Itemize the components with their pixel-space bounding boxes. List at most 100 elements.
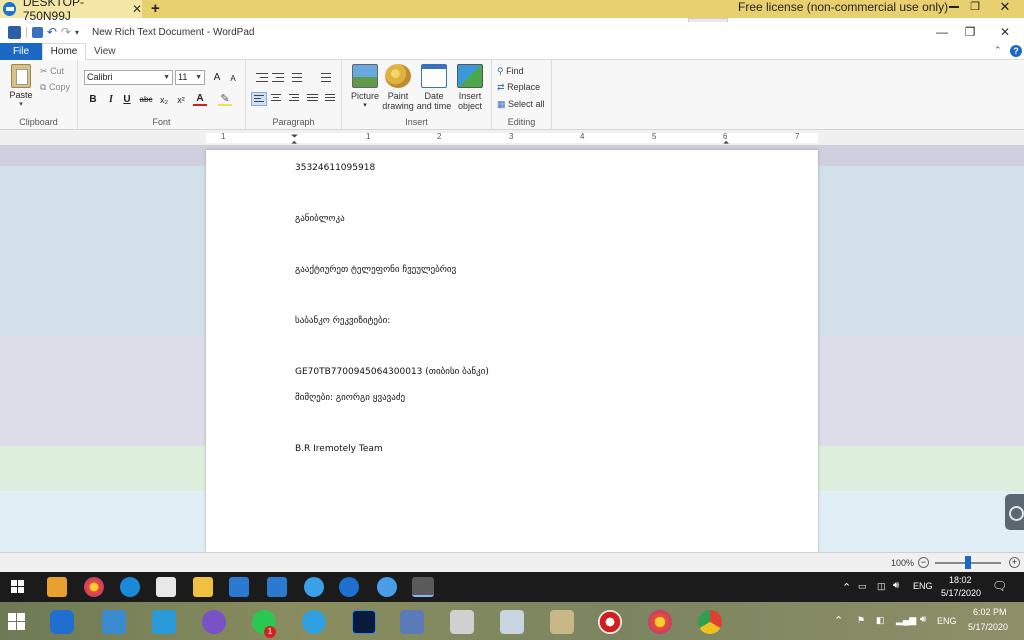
viber-icon[interactable] <box>202 610 226 634</box>
insert-picture-button[interactable]: Picture ▾ <box>347 64 383 109</box>
zoom-slider-thumb[interactable] <box>965 556 971 569</box>
justify-icon[interactable] <box>305 92 321 106</box>
tab-file[interactable]: File <box>0 43 42 60</box>
firefox-icon[interactable] <box>648 610 672 634</box>
insert-group-label: Insert <box>405 117 428 127</box>
teamviewer-icon[interactable] <box>50 610 74 634</box>
recycle-bin-icon[interactable] <box>450 610 474 634</box>
document-page[interactable]: 35324611095918 განიბლოკა გააქტიურეთ ტელე… <box>206 150 818 552</box>
superscript-button[interactable]: x² <box>174 93 188 107</box>
battery-icon[interactable]: ▭ <box>858 581 867 592</box>
firefox-icon[interactable] <box>84 577 104 597</box>
bold-button[interactable]: B <box>86 93 100 107</box>
close-button[interactable]: ✕ <box>995 25 1015 39</box>
notification-badge: 1 <box>264 626 276 638</box>
text-color-button[interactable]: A <box>193 93 207 106</box>
decrease-indent-icon[interactable] <box>254 71 270 85</box>
shrink-font-button[interactable]: A <box>226 72 240 86</box>
clock-time[interactable]: 6:02 PM <box>973 607 1007 617</box>
select-all-button[interactable]: ▦ Select all <box>497 99 545 110</box>
edge-icon[interactable] <box>120 577 140 597</box>
control-panel-icon[interactable] <box>400 610 424 634</box>
line-spacing-icon[interactable] <box>316 71 332 85</box>
new-session-button[interactable]: + <box>151 0 160 17</box>
ruler[interactable]: 1 1 2 3 4 5 6 7 ⏷ ⏶ ⏶ <box>0 130 1024 147</box>
clock-date[interactable]: 5/17/2020 <box>941 588 981 598</box>
align-right-icon[interactable] <box>287 92 303 106</box>
recorder-icon[interactable] <box>598 610 622 634</box>
strikethrough-button[interactable]: abc <box>137 93 155 107</box>
zoom-out-button[interactable]: − <box>918 557 929 568</box>
app-tray-icon[interactable]: ◧ <box>876 615 885 626</box>
clock-date[interactable]: 5/17/2020 <box>968 622 1008 632</box>
volume-icon[interactable]: 🔊︎ <box>920 614 926 625</box>
flag-icon[interactable]: ⚑ <box>857 615 865 626</box>
copy-button[interactable]: ⧉ Copy <box>40 82 70 93</box>
sublime-icon[interactable] <box>47 577 67 597</box>
session-tab-close-icon[interactable]: ✕ <box>132 2 142 16</box>
find-button[interactable]: ⚲ Find <box>497 66 524 77</box>
font-size-select[interactable]: 11 ▼ <box>175 70 205 85</box>
customize-qat-icon[interactable]: ▾ <box>75 28 79 37</box>
underline-button[interactable]: U <box>120 93 134 107</box>
minimize-ribbon-icon[interactable]: ⌃ <box>994 45 1002 56</box>
store-icon[interactable] <box>229 577 249 597</box>
paragraph-settings-icon[interactable] <box>323 92 339 106</box>
grow-font-button[interactable]: A <box>210 71 224 85</box>
telegram-icon[interactable] <box>302 610 326 634</box>
tab-home[interactable]: Home <box>42 43 86 61</box>
chrome-icon[interactable] <box>698 610 722 634</box>
bullet-list-icon[interactable] <box>288 71 304 85</box>
cut-button[interactable]: ✂ Cut <box>40 66 64 77</box>
wordpad-app-icon[interactable] <box>8 25 21 39</box>
settings-gear-icon[interactable] <box>377 577 397 597</box>
session-tab[interactable]: DESKTOP-750N99J ✕ <box>0 0 142 23</box>
mail-icon[interactable] <box>267 577 287 597</box>
clock-time[interactable]: 18:02 <box>949 575 972 585</box>
photoshop-icon[interactable] <box>352 610 376 634</box>
zoom-in-button[interactable]: + <box>1009 557 1020 568</box>
italic-button[interactable]: I <box>104 93 118 107</box>
file-icon[interactable] <box>156 577 176 597</box>
start-windows-icon[interactable] <box>8 613 26 631</box>
wordpad-task-icon[interactable] <box>412 577 434 597</box>
align-left-icon[interactable] <box>251 92 267 106</box>
teamviewer-minimize-button[interactable] <box>940 0 968 14</box>
network-icon[interactable]: ◫ <box>877 581 886 592</box>
language-indicator[interactable]: ENG <box>937 616 957 626</box>
replace-button[interactable]: ⇄ Replace <box>497 82 540 93</box>
highlight-color-icon[interactable]: ✎ <box>218 93 232 106</box>
insert-paint-button[interactable]: Paint drawing <box>380 64 416 111</box>
minimize-button[interactable]: — <box>932 25 952 39</box>
notifications-icon[interactable]: 🗨︎ <box>992 579 1007 593</box>
file-explorer-icon[interactable] <box>193 577 213 597</box>
insert-datetime-button[interactable]: Date and time <box>416 64 452 111</box>
show-hidden-icons-icon[interactable]: ⌃ <box>834 614 843 627</box>
start-windows-icon[interactable] <box>11 580 25 594</box>
save-icon[interactable] <box>31 26 43 38</box>
redo-icon[interactable]: ↷ <box>61 25 71 39</box>
maximize-button[interactable]: ❐ <box>960 25 980 39</box>
subscript-button[interactable]: x₂ <box>157 93 171 107</box>
calculator-icon[interactable] <box>500 610 524 634</box>
teamviewer-side-panel-icon[interactable] <box>1005 494 1024 530</box>
teamviewer-icon[interactable] <box>339 577 359 597</box>
insert-object-button[interactable]: Insert object <box>452 64 488 111</box>
volume-icon[interactable]: 🔊︎ <box>893 580 899 591</box>
font-family-select[interactable]: Calibri ▼ <box>84 70 173 85</box>
signal-icon[interactable]: ▂▄▆ <box>896 615 916 626</box>
help-icon[interactable]: ? <box>1010 45 1022 57</box>
language-indicator[interactable]: ENG <box>913 581 933 591</box>
vpn-icon[interactable] <box>152 610 176 634</box>
paint-icon[interactable] <box>550 610 574 634</box>
increase-indent-icon[interactable] <box>270 71 286 85</box>
show-hidden-icons-icon[interactable]: ⌃ <box>842 581 851 594</box>
paste-button[interactable]: Paste ▾ <box>6 64 36 108</box>
undo-icon[interactable]: ↶ <box>47 25 57 39</box>
teamviewer-close-button[interactable]: ✕ <box>990 0 1020 14</box>
browser-icon[interactable] <box>304 577 324 597</box>
pen-app-icon[interactable] <box>102 610 126 634</box>
tab-view[interactable]: View <box>94 43 124 60</box>
align-center-icon[interactable] <box>269 92 285 106</box>
teamviewer-restore-button[interactable]: ❐ <box>968 0 982 14</box>
